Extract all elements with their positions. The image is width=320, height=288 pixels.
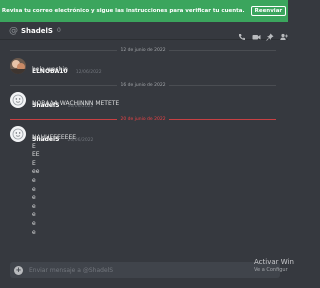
message-line: E bbox=[32, 142, 36, 150]
avatar[interactable] bbox=[10, 58, 26, 74]
at-sign-icon: @ bbox=[9, 25, 18, 36]
date-divider: 12 de junio de 2022 bbox=[10, 45, 277, 55]
message-line: EE bbox=[32, 151, 40, 159]
date-divider-label: 20 de junio de 2022 bbox=[117, 116, 169, 122]
activation-title: Activar Win bbox=[254, 258, 294, 266]
message-text: hola wachin bbox=[32, 66, 68, 73]
date-divider: 16 de junio de 2022 bbox=[10, 80, 277, 90]
status-indicator: 0 bbox=[56, 27, 61, 34]
message-line: e bbox=[32, 219, 36, 227]
date-divider-label: 16 de junio de 2022 bbox=[117, 82, 169, 88]
video-call-icon[interactable] bbox=[252, 26, 261, 40]
message-line: e bbox=[32, 185, 36, 193]
message-line: e bbox=[32, 176, 36, 184]
pin-icon[interactable] bbox=[266, 26, 274, 41]
avatar[interactable] bbox=[10, 126, 26, 142]
message-line: E bbox=[32, 159, 36, 167]
message-timestamp: 12/06/2022 bbox=[75, 70, 102, 75]
banner-text: Revisa tu correo electrónico y sigue las… bbox=[1, 8, 245, 14]
message-line: e bbox=[32, 211, 36, 219]
dm-username: ShadelS bbox=[21, 26, 53, 35]
verify-email-banner: Revisa tu correo electrónico y sigue las… bbox=[0, 0, 288, 22]
resend-button[interactable]: Reenviar bbox=[250, 6, 287, 16]
message-text: NAHUEEEEEEE E EE E ee e e e e e e e bbox=[32, 134, 76, 237]
windows-activation-watermark: Activar Win Ve a Configur bbox=[254, 258, 294, 273]
message-line: e bbox=[32, 202, 36, 210]
message-input[interactable] bbox=[29, 266, 169, 274]
message-line: ee bbox=[32, 168, 40, 176]
upload-plus-icon[interactable]: + bbox=[14, 265, 23, 275]
date-divider-label: 12 de junio de 2022 bbox=[117, 47, 169, 53]
message-text: NOBAAA WACHINNN METETE bbox=[32, 100, 120, 107]
message-line: NAHUEEEEEEE bbox=[32, 134, 77, 141]
add-friend-icon[interactable] bbox=[280, 26, 288, 40]
activation-subtitle: Ve a Configur bbox=[254, 267, 288, 273]
avatar[interactable] bbox=[10, 92, 26, 108]
message-line: e bbox=[32, 228, 36, 236]
phone-call-icon[interactable] bbox=[238, 26, 246, 40]
message-composer: + bbox=[10, 262, 280, 278]
message-line: e bbox=[32, 194, 36, 202]
channel-header: @ ShadelS 0 bbox=[0, 22, 288, 41]
header-toolbar bbox=[238, 26, 288, 41]
new-messages-divider: 20 de junio de 2022 bbox=[10, 114, 277, 124]
